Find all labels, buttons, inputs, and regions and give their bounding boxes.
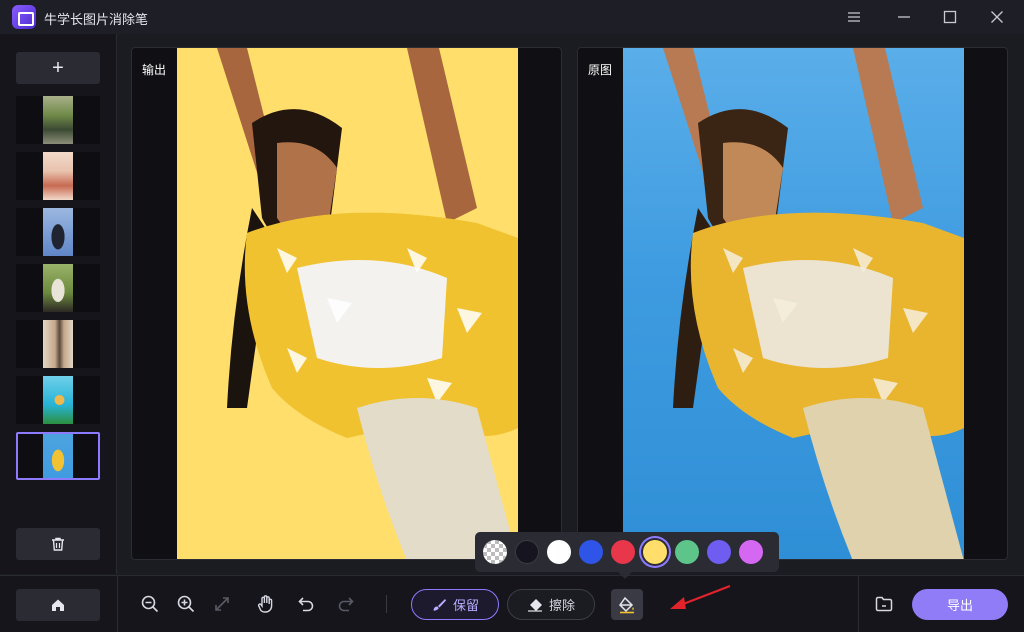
minimize-icon — [898, 16, 910, 18]
output-panel: 输出 — [131, 47, 562, 560]
open-folder-button[interactable] — [872, 592, 896, 616]
swatch-red[interactable] — [611, 540, 635, 564]
redo-button[interactable] — [334, 592, 358, 616]
subject-figure — [217, 48, 518, 559]
toolbar-divider-right — [858, 576, 859, 632]
annotation-arrow-icon — [670, 584, 731, 609]
swatch-black[interactable] — [515, 540, 539, 564]
swatch-green[interactable] — [675, 540, 699, 564]
minimize-button[interactable] — [884, 0, 924, 34]
thumbnail-person-room[interactable] — [16, 320, 100, 368]
thumbnail-bird-sky[interactable] — [16, 208, 100, 256]
app-logo-icon — [12, 5, 36, 29]
close-button[interactable] — [977, 0, 1017, 34]
background-color-palette — [475, 532, 779, 579]
plus-icon: + — [52, 57, 64, 79]
thumbnail-kid-pool[interactable] — [16, 376, 100, 424]
hand-icon — [257, 595, 273, 613]
sidebar: + — [0, 34, 117, 574]
swatch-indigo[interactable] — [707, 540, 731, 564]
undo-icon — [298, 597, 314, 612]
swatch-white[interactable] — [547, 540, 571, 564]
zoom-in-button[interactable] — [174, 592, 198, 616]
thumbnail-image — [43, 320, 73, 368]
thumbnail-image — [43, 96, 73, 144]
thumbnail-image — [43, 152, 73, 200]
paint-bucket-icon — [619, 596, 634, 613]
hand-tool-button[interactable] — [254, 592, 278, 616]
thumbnail-car-road[interactable] — [16, 96, 100, 144]
brush-icon — [433, 598, 446, 611]
export-button[interactable]: 导出 — [912, 589, 1008, 620]
menu-icon — [848, 12, 860, 22]
home-button[interactable] — [16, 589, 100, 621]
original-figure — [663, 48, 964, 559]
fit-screen-icon — [215, 597, 229, 611]
thumbnail-woman-pink[interactable] — [16, 152, 100, 200]
original-image[interactable] — [623, 48, 964, 559]
menu-button[interactable] — [834, 0, 874, 34]
swatch-purple[interactable] — [739, 540, 763, 564]
close-icon — [991, 11, 1003, 23]
home-icon — [52, 599, 64, 611]
thumbnail-woman-yellow[interactable] — [16, 432, 100, 480]
erase-brush-button[interactable]: 擦除 — [507, 589, 595, 620]
bottom-toolbar: 保留 擦除 导出 — [0, 575, 1024, 632]
folder-icon — [875, 596, 893, 612]
keep-label: 保留 — [452, 598, 479, 613]
toolbar-divider — [117, 576, 118, 632]
app-title: 牛学长图片消除笔 — [44, 12, 149, 27]
fit-screen-button[interactable] — [210, 592, 234, 616]
original-label: 原图 — [582, 58, 619, 81]
swatch-yellow[interactable] — [643, 540, 667, 564]
thumbnail-image — [43, 434, 73, 478]
thumbnail-image — [43, 376, 73, 424]
output-image[interactable] — [177, 48, 518, 559]
erase-label: 擦除 — [548, 598, 575, 613]
add-image-button[interactable]: + — [16, 52, 100, 84]
original-panel: 原图 — [577, 47, 1008, 560]
trash-icon — [52, 537, 64, 551]
redo-icon — [338, 597, 354, 612]
eraser-icon — [527, 598, 542, 612]
toolbar-separator — [386, 595, 387, 613]
swatch-blue[interactable] — [579, 540, 603, 564]
thumbnail-goat-grass[interactable] — [16, 264, 100, 312]
thumbnail-image — [43, 264, 73, 312]
zoom-out-icon — [141, 595, 159, 613]
zoom-out-button[interactable] — [138, 592, 162, 616]
delete-button[interactable] — [16, 528, 100, 560]
maximize-button[interactable] — [930, 0, 970, 34]
maximize-icon — [943, 10, 957, 24]
undo-button[interactable] — [294, 592, 318, 616]
keep-brush-button[interactable]: 保留 — [411, 589, 499, 620]
background-fill-button[interactable] — [611, 589, 643, 620]
output-label: 输出 — [136, 58, 173, 81]
swatch-transparent[interactable] — [483, 540, 507, 564]
title-bar: 牛学长图片消除笔 — [0, 0, 1024, 34]
zoom-in-icon — [177, 595, 195, 613]
thumbnail-image — [43, 208, 73, 256]
